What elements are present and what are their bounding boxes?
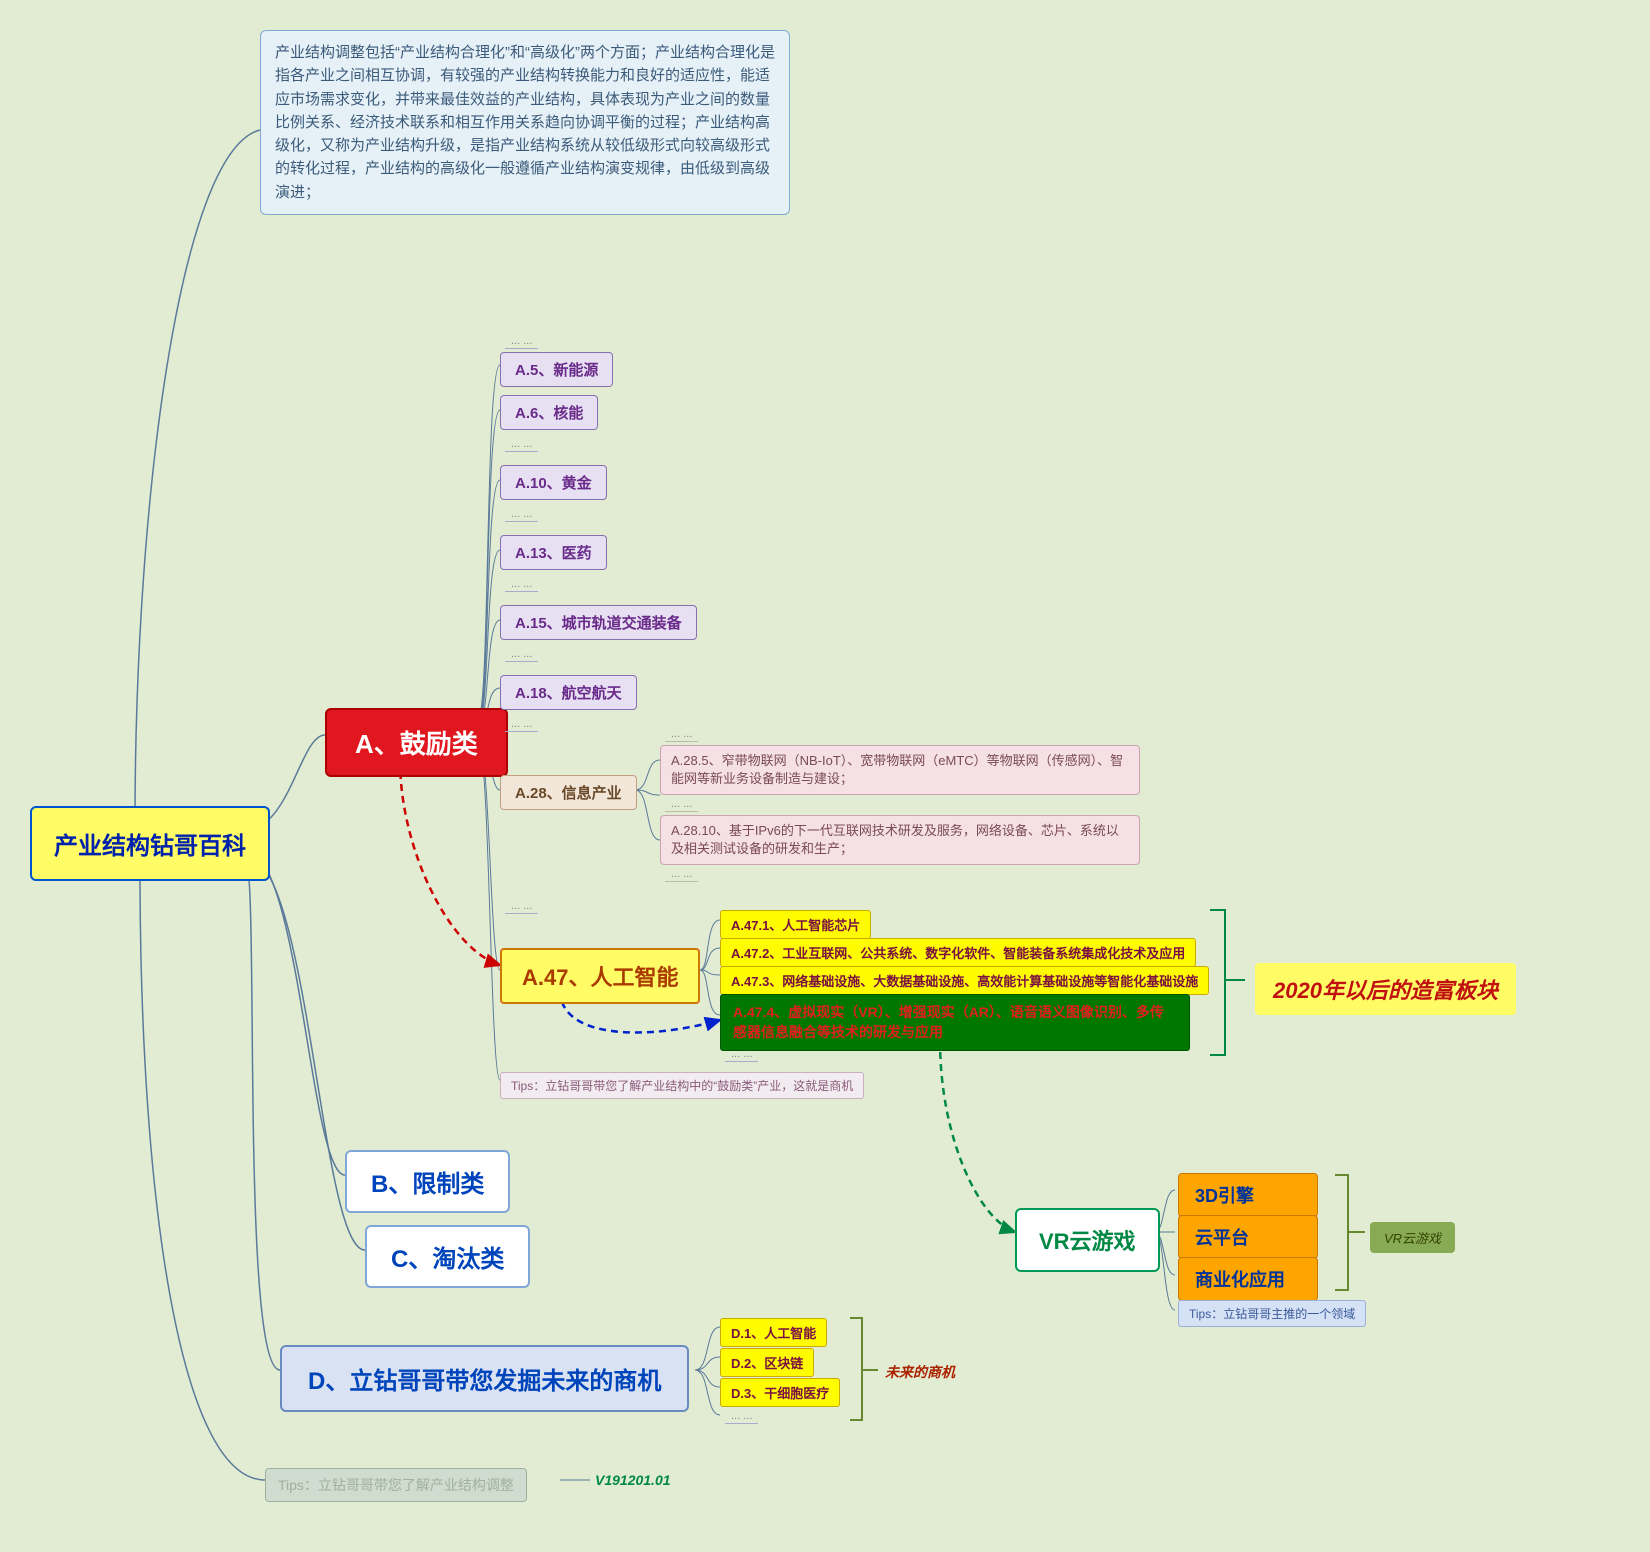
node-a47-4: A.47.4、虚拟现实（VR）、增强现实（AR）、语音语义图像识别、多传感器信息… <box>720 994 1190 1051</box>
tips-bottom: Tips：立钻哥哥带您了解产业结构调整 <box>265 1468 527 1502</box>
future-label: 未来的商机 <box>885 1362 955 1382</box>
dots: ... ... <box>665 728 698 742</box>
category-a[interactable]: A、鼓励类 <box>325 708 508 777</box>
dots: ... ... <box>505 900 538 914</box>
node-a28-10: A.28.10、基于IPv6的下一代互联网技术研发及服务，网络设备、芯片、系统以… <box>660 815 1140 865</box>
vr-cloud-platform[interactable]: 云平台 <box>1178 1215 1318 1259</box>
description-box: 产业结构调整包括“产业结构合理化”和“高级化”两个方面；产业结构合理化是指各产业… <box>260 30 790 215</box>
node-a10[interactable]: A.10、黄金 <box>500 465 607 500</box>
tips-a: Tips：立钻哥哥带您了解产业结构中的“鼓励类”产业，这就是商机 <box>500 1072 864 1099</box>
node-a18[interactable]: A.18、航空航天 <box>500 675 637 710</box>
dots: ... ... <box>665 798 698 812</box>
dots: ... ... <box>725 1410 758 1424</box>
dots: ... ... <box>725 1048 758 1062</box>
node-a6[interactable]: A.6、核能 <box>500 395 598 430</box>
category-b[interactable]: B、限制类 <box>345 1150 510 1213</box>
version-label: V191201.01 <box>595 1472 671 1488</box>
node-a47-3: A.47.3、网络基础设施、大数据基础设施、高效能计算基础设施等智能化基础设施 <box>720 966 1209 995</box>
node-a47-2: A.47.2、工业互联网、公共系统、数字化软件、智能装备系统集成化技术及应用 <box>720 938 1196 967</box>
node-d2[interactable]: D.2、区块链 <box>720 1348 814 1377</box>
root-node[interactable]: 产业结构钻哥百科 <box>30 806 270 881</box>
vr-tips: Tips：立钻哥哥主推的一个领域 <box>1178 1300 1366 1327</box>
dots: ... ... <box>505 508 538 522</box>
category-d[interactable]: D、立钻哥哥带您发掘未来的商机 <box>280 1345 689 1412</box>
node-a15[interactable]: A.15、城市轨道交通装备 <box>500 605 697 640</box>
node-a13[interactable]: A.13、医药 <box>500 535 607 570</box>
node-a47[interactable]: A.47、人工智能 <box>500 948 700 1004</box>
node-a5[interactable]: A.5、新能源 <box>500 352 613 387</box>
dots: ... ... <box>505 438 538 452</box>
node-d1[interactable]: D.1、人工智能 <box>720 1318 827 1347</box>
node-d3[interactable]: D.3、干细胞医疗 <box>720 1378 840 1407</box>
node-a47-1: A.47.1、人工智能芯片 <box>720 910 871 939</box>
category-c[interactable]: C、淘汰类 <box>365 1225 530 1288</box>
dots: ... ... <box>665 868 698 882</box>
dots: ... ... <box>505 335 538 349</box>
rich-label: 2020年以后的造富板块 <box>1255 963 1516 1015</box>
vr-main[interactable]: VR云游戏 <box>1015 1208 1160 1272</box>
node-a28-5: A.28.5、窄带物联网（NB-IoT）、宽带物联网（eMTC）等物联网（传感网… <box>660 745 1140 795</box>
vr-3d-engine[interactable]: 3D引擎 <box>1178 1173 1318 1217</box>
vr-commercial[interactable]: 商业化应用 <box>1178 1257 1318 1301</box>
dots: ... ... <box>505 648 538 662</box>
dots: ... ... <box>505 578 538 592</box>
dots: ... ... <box>505 718 538 732</box>
node-a28[interactable]: A.28、信息产业 <box>500 775 637 810</box>
vr-label: VR云游戏 <box>1370 1222 1455 1253</box>
